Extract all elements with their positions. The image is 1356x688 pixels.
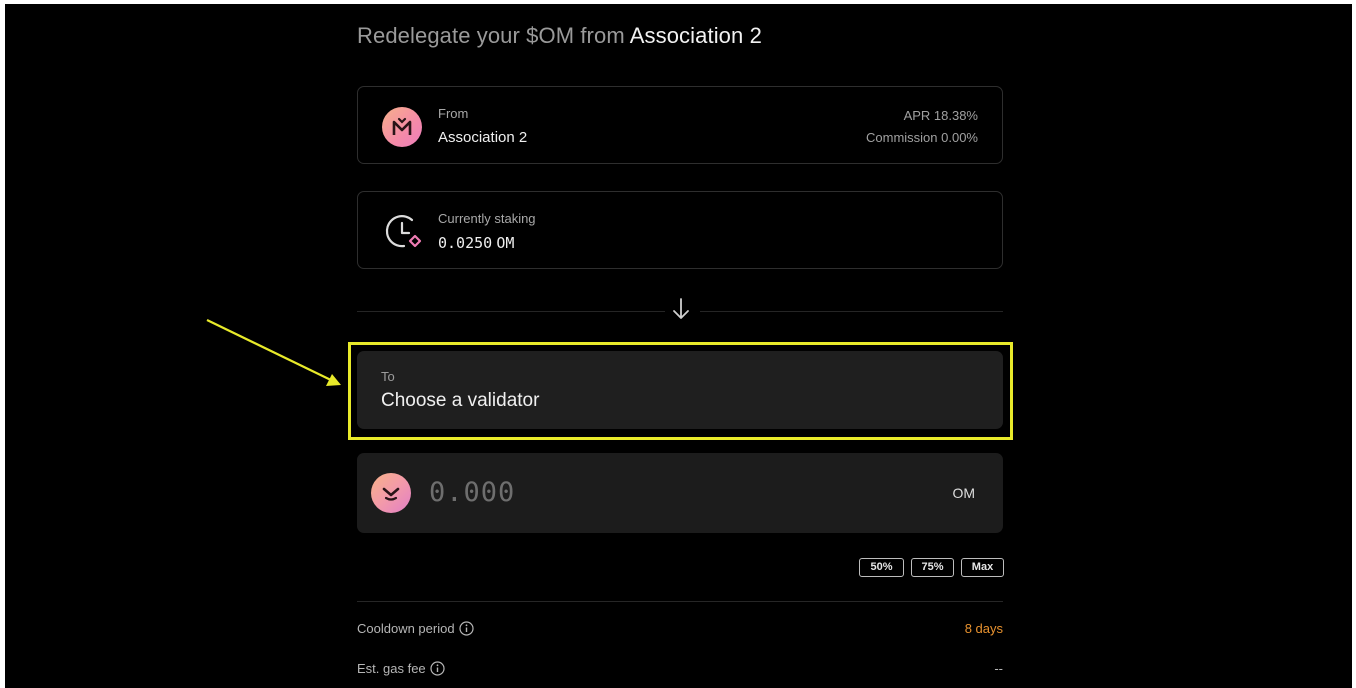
cooldown-value: 8 days — [964, 621, 1003, 636]
divider-left — [357, 311, 665, 312]
amount-input[interactable] — [429, 471, 849, 513]
from-validator-name: Association 2 — [438, 129, 528, 146]
percent-75-button[interactable]: 75% — [911, 558, 954, 577]
cooldown-label: Cooldown period — [357, 621, 455, 636]
cooldown-period-row: Cooldown period 8 days — [357, 621, 1003, 641]
gas-fee-label: Est. gas fee — [357, 661, 426, 676]
divider-right — [700, 311, 1003, 312]
staking-amount-unit: OM — [496, 234, 515, 252]
currently-staking-amount: 0.0250 OM — [438, 234, 514, 252]
gas-fee-value: -- — [994, 661, 1003, 676]
om-token-icon — [371, 473, 411, 513]
amount-unit: OM — [952, 485, 975, 501]
percent-buttons: 50% 75% Max — [859, 558, 1004, 577]
from-label: From — [438, 106, 469, 121]
choose-validator-placeholder: Choose a validator — [381, 390, 540, 411]
arrow-down-icon — [673, 298, 689, 319]
details-divider — [357, 601, 1003, 602]
app-screen: Redelegate your $OM from Association 2 F… — [5, 4, 1352, 688]
currently-staking-card: Currently staking 0.0250 OM — [357, 191, 1003, 269]
clock-token-icon — [385, 215, 422, 248]
info-icon[interactable] — [430, 661, 445, 676]
mantra-m-logo-icon — [382, 107, 422, 147]
choose-validator-field[interactable]: To Choose a validator — [357, 351, 1003, 429]
title-validator: Association 2 — [629, 23, 762, 48]
max-button[interactable]: Max — [961, 558, 1004, 577]
currently-staking-label: Currently staking — [438, 211, 536, 226]
annotation-arrow-icon — [206, 319, 341, 386]
from-validator-card: From Association 2 APR 18.38% Commission… — [357, 86, 1003, 164]
staking-amount-value: 0.0250 — [438, 234, 493, 252]
gas-label-wrap: Est. gas fee — [357, 661, 445, 676]
gas-fee-row: Est. gas fee -- — [357, 661, 1003, 681]
apr-value: APR 18.38% — [903, 108, 978, 123]
info-icon[interactable] — [458, 621, 474, 636]
percent-50-button[interactable]: 50% — [859, 558, 904, 577]
title-prefix: Redelegate your $OM from — [357, 23, 625, 48]
amount-field: OM — [357, 453, 1003, 533]
to-label: To — [381, 369, 395, 384]
commission-value: Commission 0.00% — [866, 130, 978, 145]
cooldown-label-wrap: Cooldown period — [357, 621, 474, 636]
page-title: Redelegate your $OM from Association 2 — [357, 23, 762, 49]
